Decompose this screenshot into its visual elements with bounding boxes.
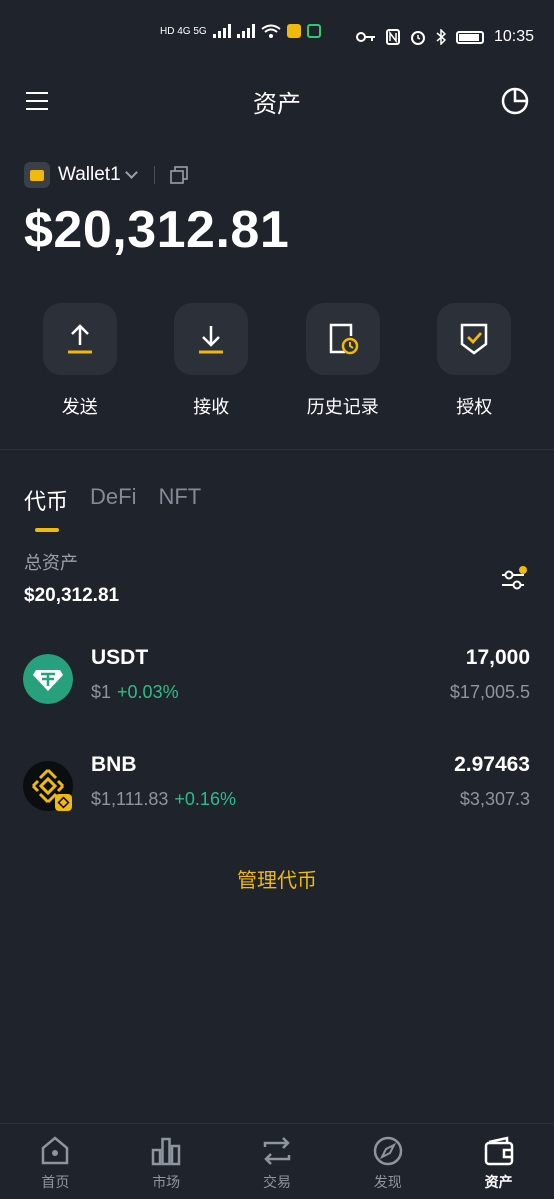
token-symbol: USDT (91, 646, 149, 669)
total-assets-label: 总资产 (24, 553, 78, 574)
nav-assets-label: 资产 (484, 1175, 513, 1191)
signal-icon (212, 24, 231, 38)
network-text: HD 4G 5G (160, 25, 207, 37)
token-price: $1 (91, 682, 112, 702)
token-change: +0.16% (174, 789, 236, 809)
app-notification-icon (286, 24, 301, 38)
alarm-icon (410, 31, 425, 45)
bluetooth-icon (436, 29, 446, 45)
tab-defi[interactable]: DeFi (90, 484, 136, 516)
header: 资产 (0, 76, 554, 126)
wallet-selector[interactable]: Wallet1 (24, 160, 189, 190)
active-tab-indicator (35, 528, 59, 532)
nav-home[interactable]: 首页 (0, 1124, 111, 1199)
token-change: +0.03% (117, 682, 179, 702)
total-assets-value: $20,312.81 (24, 585, 120, 606)
wifi-icon (261, 24, 281, 38)
nav-market-label: 市场 (152, 1175, 181, 1191)
history-button[interactable]: 历史记录 (288, 303, 398, 419)
authorize-icon-button[interactable] (437, 303, 512, 375)
divider (153, 166, 155, 184)
nfc-icon (385, 29, 400, 45)
clock: 10:35 (493, 28, 534, 45)
network-indicators: HD 4G 5G (160, 24, 321, 38)
battery-icon (455, 30, 484, 44)
history-label: 历史记录 (306, 397, 379, 418)
page-title: 资产 (253, 90, 301, 118)
nav-market[interactable]: 市场 (111, 1124, 222, 1199)
send-icon-button[interactable] (42, 303, 117, 375)
history-icon (329, 323, 358, 355)
token-amount: 2.97463 (454, 753, 530, 776)
nav-trade-label: 交易 (262, 1175, 291, 1191)
token-value: $3,307.3 (459, 789, 530, 809)
assets-icon (484, 1136, 513, 1166)
receive-icon-button[interactable] (174, 303, 249, 375)
receive-button[interactable]: 接收 (156, 303, 266, 419)
token-value: $17,005.5 (449, 682, 530, 702)
filter-settings-icon[interactable] (500, 566, 528, 592)
bnb-logo-icon (23, 761, 73, 811)
token-row-bnb[interactable]: BNB $1,111.83 +0.16% 2.97463 $3,307.3 (0, 753, 554, 833)
authorize-icon (461, 323, 488, 355)
chevron-down-icon (124, 166, 138, 179)
pie-chart-icon[interactable] (500, 86, 530, 116)
manage-tokens-link[interactable]: 管理代币 (0, 864, 554, 893)
tab-tokens[interactable]: 代币 (24, 484, 68, 516)
authorize-button[interactable]: 授权 (419, 303, 529, 419)
asset-tabs: 代币 DeFi NFT (24, 484, 201, 516)
token-row-usdt[interactable]: USDT $1 +0.03% 17,000 $17,005.5 (0, 646, 554, 726)
discover-icon (373, 1136, 403, 1166)
status-bar: HD 4G 5G 10:35 (0, 0, 554, 60)
key-icon (355, 32, 375, 42)
wallet-icon (24, 162, 50, 188)
authorize-label: 授权 (456, 397, 493, 418)
send-button[interactable]: 发送 (25, 303, 135, 419)
send-label: 发送 (61, 397, 98, 418)
system-indicators: 10:35 (355, 28, 534, 46)
tab-nft[interactable]: NFT (158, 484, 201, 516)
nav-discover[interactable]: 发现 (332, 1124, 443, 1199)
section-divider (0, 449, 554, 450)
token-symbol: BNB (91, 753, 137, 776)
token-amount: 17,000 (465, 646, 530, 669)
nav-assets[interactable]: 资产 (443, 1124, 554, 1199)
history-icon-button[interactable] (305, 303, 380, 375)
send-icon (67, 324, 92, 354)
copy-icon[interactable] (169, 165, 189, 185)
token-price-line: $1 +0.03% (91, 682, 179, 703)
trade-icon (263, 1137, 291, 1165)
wallet-name: Wallet1 (58, 164, 121, 185)
home-icon (42, 1136, 69, 1165)
token-price-line: $1,111.83 +0.16% (91, 789, 236, 810)
bottom-nav: 首页 市场 交易 发现 资产 (0, 1123, 554, 1199)
market-icon (151, 1137, 181, 1166)
receive-label: 接收 (193, 397, 230, 418)
action-bar: 发送 接收 历史记录 授权 (0, 303, 554, 419)
signal-icon-2 (236, 24, 255, 38)
nav-home-label: 首页 (41, 1175, 70, 1191)
nav-trade[interactable]: 交易 (222, 1124, 333, 1199)
chat-notification-icon (306, 24, 321, 38)
token-price: $1,111.83 (91, 789, 169, 809)
receive-icon (199, 326, 224, 354)
usdt-logo-icon (23, 654, 73, 704)
wallet-balance: $20,312.81 (24, 201, 290, 259)
nav-discover-label: 发现 (373, 1175, 402, 1191)
